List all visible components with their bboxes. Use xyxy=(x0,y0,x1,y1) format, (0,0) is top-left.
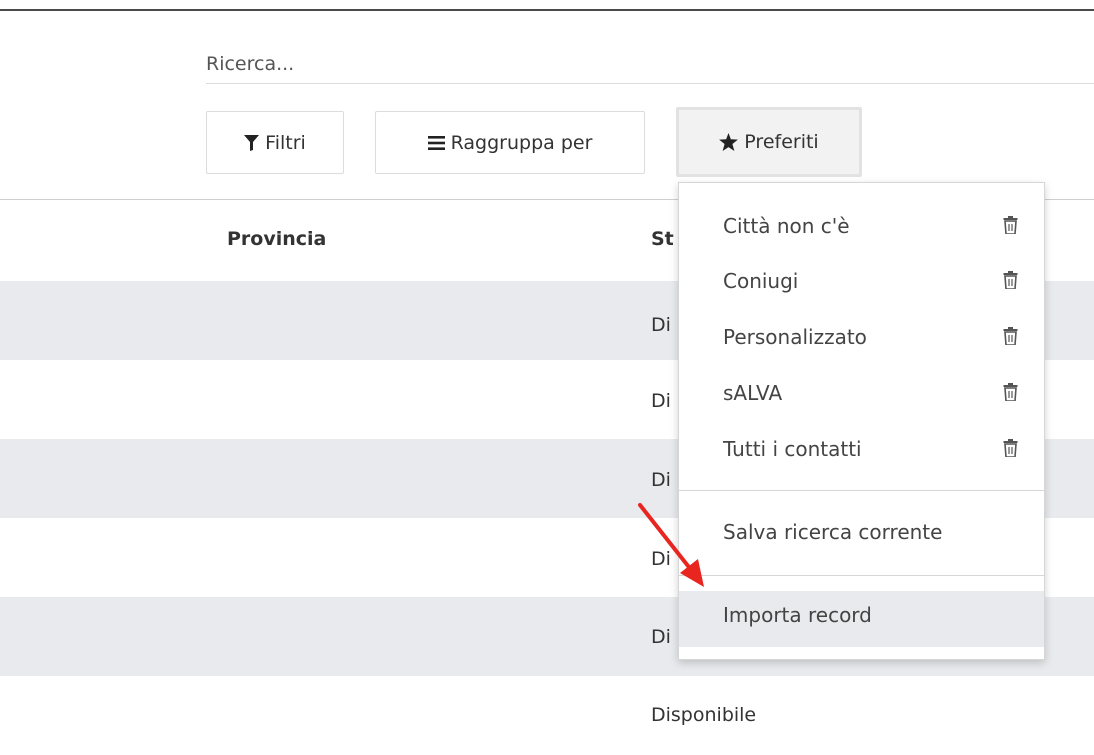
group-by-label: Raggruppa per xyxy=(450,131,593,154)
menu-divider xyxy=(679,575,1044,576)
trash-icon[interactable] xyxy=(1003,383,1018,405)
column-header-provincia[interactable]: Provincia xyxy=(227,228,326,250)
stato-cell: Di xyxy=(651,390,671,412)
stato-cell: Di xyxy=(651,626,671,648)
favorites-dropdown: Città non c'è Coniugi Personalizzato sAL… xyxy=(678,182,1045,660)
trash-icon[interactable] xyxy=(1003,327,1018,349)
saved-filter-label: Città non c'è xyxy=(723,214,850,238)
funnel-icon xyxy=(244,134,260,151)
saved-filter-tutti-i-contatti[interactable]: Tutti i contatti xyxy=(679,423,1044,479)
annotation-arrow-icon xyxy=(630,495,710,594)
save-current-search-label: Salva ricerca corrente xyxy=(723,520,943,544)
saved-filter-coniugi[interactable]: Coniugi xyxy=(679,255,1044,311)
import-records-item[interactable]: Importa record xyxy=(679,591,1044,647)
filters-button[interactable]: Filtri xyxy=(206,111,344,174)
save-current-search-item[interactable]: Salva ricerca corrente xyxy=(679,503,1044,559)
saved-filter-label: Tutti i contatti xyxy=(723,437,862,461)
search-input[interactable] xyxy=(206,45,1094,84)
column-header-stato[interactable]: St xyxy=(651,228,674,250)
star-icon xyxy=(719,133,739,151)
saved-filter-citta-non-ce[interactable]: Città non c'è xyxy=(679,200,1044,256)
bars-icon xyxy=(427,135,445,150)
favorites-button[interactable]: Preferiti xyxy=(676,107,862,177)
stato-cell: Disponibile xyxy=(651,704,757,726)
saved-filter-label: Coniugi xyxy=(723,269,799,293)
trash-icon[interactable] xyxy=(1003,439,1018,461)
trash-icon[interactable] xyxy=(1003,271,1018,293)
saved-filter-label: sALVA xyxy=(723,381,783,405)
trash-icon[interactable] xyxy=(1003,216,1018,238)
saved-filter-personalizzato[interactable]: Personalizzato xyxy=(679,311,1044,367)
favorites-label: Preferiti xyxy=(744,131,819,153)
top-border xyxy=(0,9,1094,11)
import-records-label: Importa record xyxy=(723,603,872,627)
saved-filter-salva[interactable]: sALVA xyxy=(679,367,1044,423)
menu-divider xyxy=(679,490,1044,491)
stato-cell: Di xyxy=(651,469,671,491)
stato-cell: Di xyxy=(651,314,671,336)
filters-label: Filtri xyxy=(265,131,306,154)
group-by-button[interactable]: Raggruppa per xyxy=(375,111,645,174)
saved-filter-label: Personalizzato xyxy=(723,325,867,349)
table-row[interactable]: Disponibile xyxy=(0,676,1094,755)
